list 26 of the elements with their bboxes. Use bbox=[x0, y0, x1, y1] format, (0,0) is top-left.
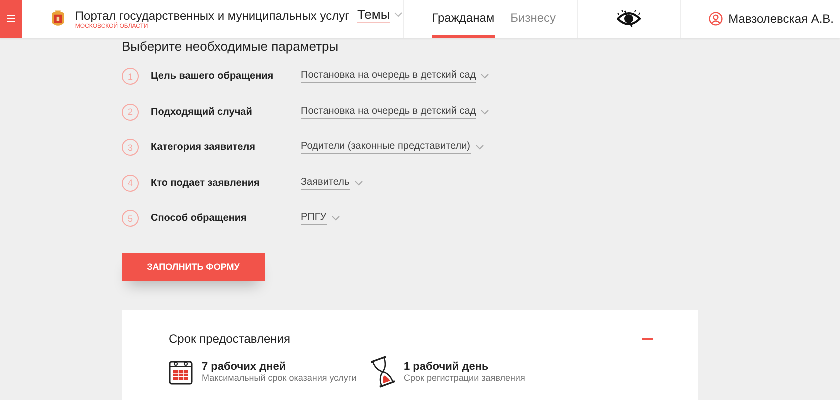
parameter-dropdown[interactable]: Заявитель bbox=[301, 176, 363, 190]
parameter-label: Кто подает заявления bbox=[151, 178, 261, 189]
parameter-dropdown[interactable]: Постановка на очередь в детский сад bbox=[301, 70, 490, 84]
nav-tab[interactable]: Бизнесу bbox=[510, 0, 556, 38]
nav-tab[interactable]: Гражданам bbox=[432, 0, 495, 38]
themes-menu[interactable]: Темы bbox=[357, 7, 404, 23]
user-account-button[interactable]: Мавзолевская А.В. bbox=[680, 0, 840, 38]
term-caption: Срок регистрации заявления bbox=[404, 372, 526, 382]
parameter-dropdown[interactable]: Родители (законные представители) bbox=[301, 141, 484, 154]
term-caption: Максимальный срок оказания услуги bbox=[202, 372, 357, 382]
step-number: 2 bbox=[122, 104, 139, 121]
step-number: 3 bbox=[122, 139, 139, 156]
step-number: 1 bbox=[122, 68, 139, 86]
card-title: Срок предоставления bbox=[169, 332, 290, 346]
step-number: 5 bbox=[122, 210, 139, 228]
parameter-dropdown[interactable]: Постановка на очередь в детский сад bbox=[301, 106, 490, 119]
parameter-label: Цель вашего обращения bbox=[151, 71, 275, 82]
parameter-label: Категория заявителя bbox=[151, 142, 256, 154]
term-value: 7 рабочих дней bbox=[202, 360, 288, 372]
parameter-dropdown[interactable]: РПГУ bbox=[301, 212, 340, 226]
parameter-label: Способ обращения bbox=[151, 213, 248, 224]
term-value: 1 рабочий день bbox=[404, 360, 490, 372]
section-heading: Выберите необходимые параметры bbox=[122, 38, 340, 56]
step-number: 4 bbox=[122, 174, 139, 192]
portal-title[interactable]: Портал государственных и муниципальных услуг bbox=[75, 8, 350, 22]
parameter-label: Подходящий случай bbox=[151, 106, 254, 118]
